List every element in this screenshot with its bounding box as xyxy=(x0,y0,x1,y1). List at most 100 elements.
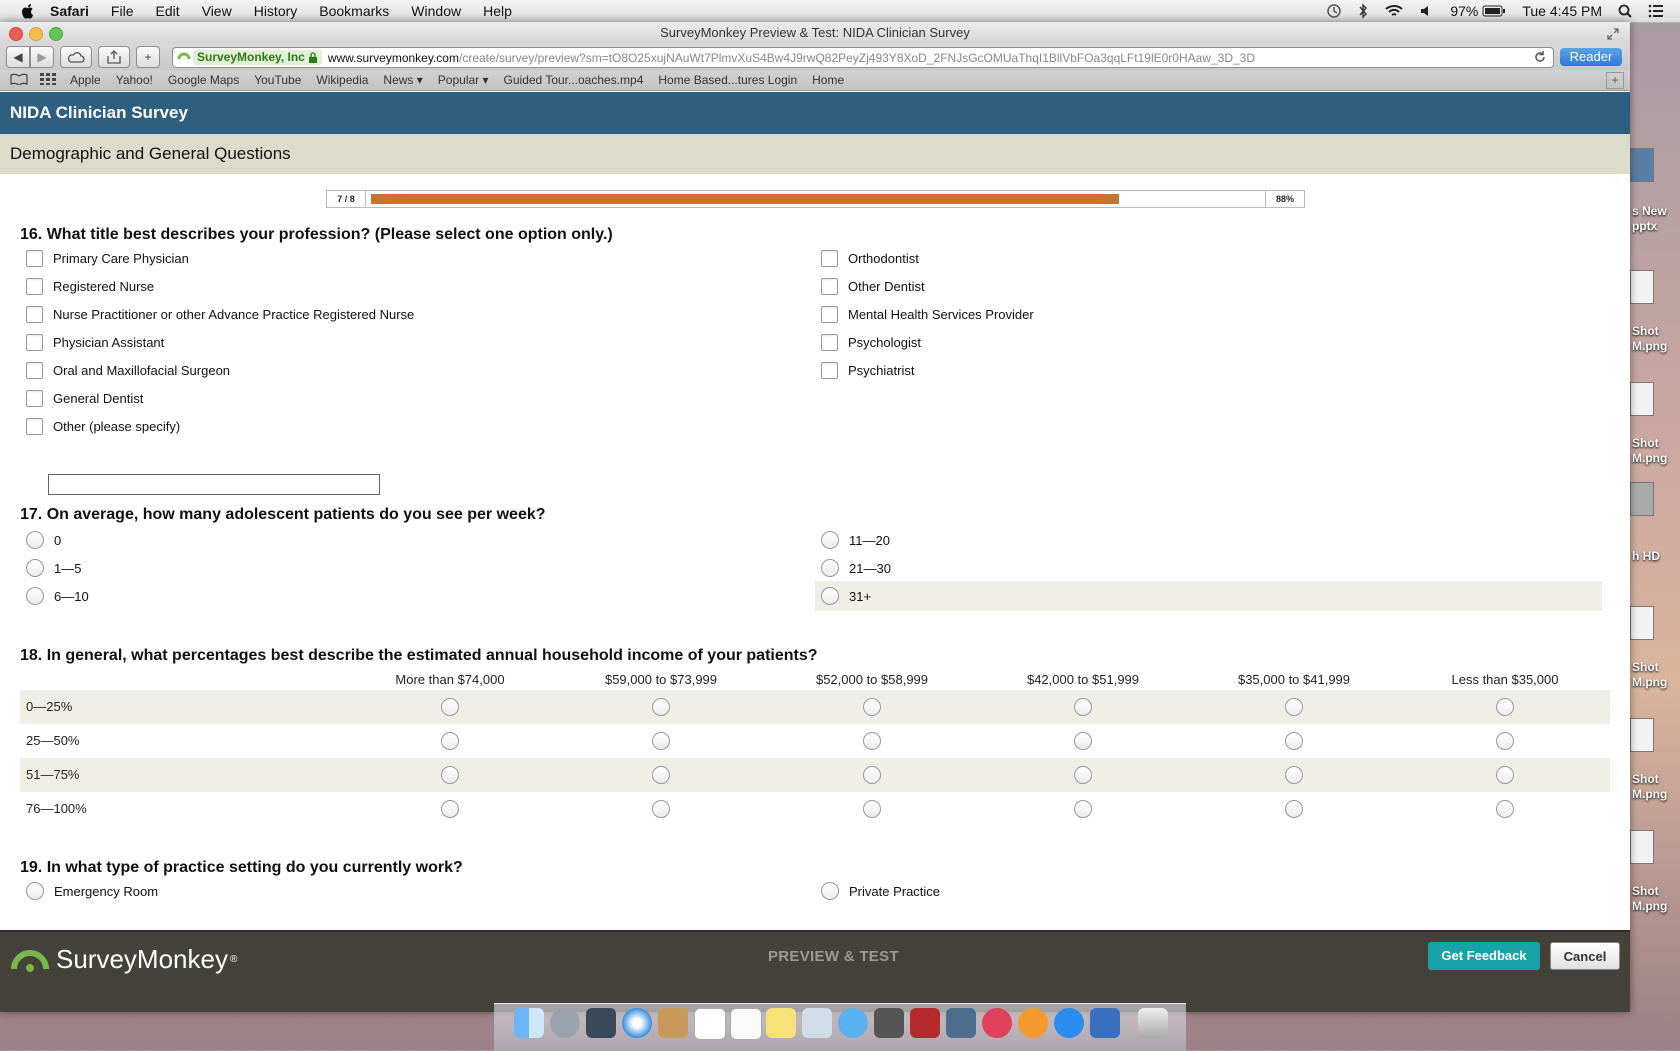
contacts-icon[interactable] xyxy=(658,1008,688,1038)
bookmark-youtube[interactable]: YouTube xyxy=(254,73,301,87)
get-feedback-button[interactable]: Get Feedback xyxy=(1428,942,1540,970)
option-registered-nurse[interactable]: Registered Nurse xyxy=(20,273,154,299)
zoom-window-button[interactable] xyxy=(49,27,63,41)
option-psychologist[interactable]: Psychologist xyxy=(815,329,921,355)
checkbox[interactable] xyxy=(26,361,43,379)
radio-button[interactable] xyxy=(26,559,44,577)
notification-center-icon[interactable] xyxy=(1648,4,1664,18)
matrix-radio[interactable] xyxy=(652,732,670,750)
desktop-file-icon[interactable] xyxy=(1630,148,1654,182)
matrix-radio[interactable] xyxy=(1496,800,1514,818)
matrix-radio[interactable] xyxy=(863,732,881,750)
trash-icon[interactable] xyxy=(1138,1008,1168,1038)
back-button[interactable]: ◀ xyxy=(6,46,30,68)
menu-history[interactable]: History xyxy=(254,3,298,19)
bookmark-popular-folder[interactable]: Popular ▾ xyxy=(438,73,489,87)
matrix-radio[interactable] xyxy=(1285,766,1303,784)
checkbox[interactable] xyxy=(26,333,43,351)
option-6-10-patients[interactable]: 6—10 xyxy=(20,583,89,609)
matrix-radio[interactable] xyxy=(1074,766,1092,784)
reader-button[interactable]: Reader xyxy=(1560,48,1622,66)
launchpad-icon[interactable] xyxy=(550,1008,580,1038)
menu-view[interactable]: View xyxy=(202,3,232,19)
matrix-radio[interactable] xyxy=(1285,698,1303,716)
checkbox[interactable] xyxy=(821,333,838,351)
facetime-icon[interactable] xyxy=(874,1008,904,1038)
option-0-patients[interactable]: 0 xyxy=(20,527,61,553)
radio-button[interactable] xyxy=(821,882,839,900)
iphoto-icon[interactable] xyxy=(946,1008,976,1038)
time-machine-icon[interactable] xyxy=(1326,3,1342,19)
menu-app-safari[interactable]: Safari xyxy=(50,3,89,19)
desktop-file-label[interactable]: Shot M.png xyxy=(1632,660,1667,690)
radio-button[interactable] xyxy=(821,559,839,577)
matrix-radio[interactable] xyxy=(1496,698,1514,716)
surveymonkey-logo[interactable]: SurveyMonkey ® xyxy=(10,944,237,975)
radio-button[interactable] xyxy=(821,587,839,605)
matrix-radio[interactable] xyxy=(441,732,459,750)
checkbox[interactable] xyxy=(26,389,43,407)
app-store-icon[interactable] xyxy=(1054,1008,1084,1038)
ssl-badge[interactable]: SurveyMonkey, Inc xyxy=(193,50,322,65)
hard-drive-icon[interactable] xyxy=(1630,482,1654,516)
desktop-file-label[interactable]: Shot M.png xyxy=(1632,324,1667,354)
option-31-plus-patients[interactable]: 31+ xyxy=(815,583,871,609)
spotlight-icon[interactable] xyxy=(1618,4,1632,18)
matrix-radio[interactable] xyxy=(863,800,881,818)
matrix-radio[interactable] xyxy=(1496,766,1514,784)
reload-icon[interactable] xyxy=(1533,50,1547,67)
matrix-radio[interactable] xyxy=(652,766,670,784)
option-other-specify[interactable]: Other (please specify) xyxy=(20,413,180,439)
share-button[interactable] xyxy=(98,46,130,68)
add-tab-icon[interactable]: + xyxy=(1606,72,1624,89)
desktop-file-icon[interactable] xyxy=(1630,270,1654,304)
radio-button[interactable] xyxy=(26,531,44,549)
cancel-button[interactable]: Cancel xyxy=(1550,942,1620,970)
option-mental-health-provider[interactable]: Mental Health Services Provider xyxy=(815,301,1034,327)
preview-icon[interactable] xyxy=(802,1008,832,1038)
option-orthodontist[interactable]: Orthodontist xyxy=(815,245,919,271)
matrix-radio[interactable] xyxy=(1074,732,1092,750)
volume-icon[interactable] xyxy=(1420,4,1434,18)
icloud-tabs-button[interactable] xyxy=(60,46,92,68)
reading-list-icon[interactable] xyxy=(10,73,28,88)
matrix-radio[interactable] xyxy=(441,698,459,716)
notes-icon[interactable] xyxy=(766,1008,796,1038)
menu-window[interactable]: Window xyxy=(411,3,461,19)
option-11-20-patients[interactable]: 11—20 xyxy=(815,527,890,553)
matrix-radio[interactable] xyxy=(1285,732,1303,750)
option-oral-surgeon[interactable]: Oral and Maxillofacial Surgeon xyxy=(20,357,230,383)
desktop-file-label[interactable]: h HD xyxy=(1632,549,1660,564)
minimize-window-button[interactable] xyxy=(29,27,43,41)
bookmark-yahoo[interactable]: Yahoo! xyxy=(116,73,153,87)
battery-icon[interactable] xyxy=(1482,5,1506,17)
bookmark-google-maps[interactable]: Google Maps xyxy=(168,73,239,87)
safari-icon[interactable] xyxy=(622,1008,652,1038)
option-general-dentist[interactable]: General Dentist xyxy=(20,385,143,411)
apple-icon[interactable] xyxy=(20,3,40,19)
address-bar[interactable]: SurveyMonkey, Inc www.surveymonkey.com /… xyxy=(172,47,1554,68)
top-sites-icon[interactable] xyxy=(40,72,56,88)
clock[interactable]: Tue 4:45 PM xyxy=(1522,3,1602,19)
bookmark-guided-tour[interactable]: Guided Tour...oaches.mp4 xyxy=(504,73,644,87)
desktop-file-label[interactable]: s New pptx xyxy=(1632,204,1667,234)
desktop-file-icon[interactable] xyxy=(1630,606,1654,640)
matrix-radio[interactable] xyxy=(652,698,670,716)
bookmark-news-folder[interactable]: News ▾ xyxy=(383,73,422,87)
checkbox[interactable] xyxy=(821,305,838,323)
desktop-file-icon[interactable] xyxy=(1630,382,1654,416)
option-nurse-practitioner[interactable]: Nurse Practitioner or other Advance Prac… xyxy=(20,301,414,327)
matrix-radio[interactable] xyxy=(441,800,459,818)
matrix-radio[interactable] xyxy=(863,698,881,716)
menu-bookmarks[interactable]: Bookmarks xyxy=(319,3,389,19)
photo-booth-icon[interactable] xyxy=(910,1008,940,1038)
battery-percent[interactable]: 97% xyxy=(1450,3,1478,19)
radio-button[interactable] xyxy=(26,882,44,900)
option-psychiatrist[interactable]: Psychiatrist xyxy=(815,357,914,383)
matrix-radio[interactable] xyxy=(652,800,670,818)
option-private-practice[interactable]: Private Practice xyxy=(815,878,940,904)
matrix-radio[interactable] xyxy=(1074,800,1092,818)
radio-button[interactable] xyxy=(26,587,44,605)
other-specify-input[interactable] xyxy=(48,474,380,495)
calendar-icon[interactable] xyxy=(694,1008,726,1040)
